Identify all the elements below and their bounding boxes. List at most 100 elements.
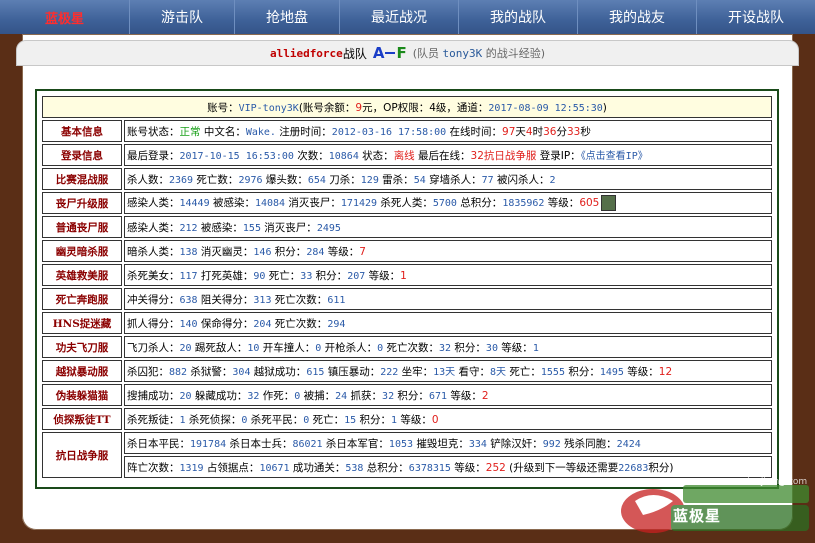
row-segment: 杀人数：: [127, 173, 169, 186]
account-close: ): [602, 101, 607, 114]
row-values: 暗杀人类：138 消灭幽灵：146 积分：284 等级：7: [124, 240, 772, 262]
row-segment: 313: [253, 294, 272, 306]
row-segment: 阵亡次数：: [127, 461, 180, 474]
level-avatar-icon: [601, 195, 617, 211]
row-segment: 54: [413, 174, 426, 186]
row-segment: 等级：: [365, 269, 401, 282]
row-segment: 1495: [599, 367, 624, 378]
row-segment: 等级：: [544, 197, 580, 209]
row-segment: 抓获：: [347, 389, 383, 402]
row-segment: 被闪杀人：: [493, 173, 550, 186]
nav-item-create-team[interactable]: 开设战队: [697, 0, 815, 34]
row-segment[interactable]: 《点击查看IP》: [581, 151, 648, 162]
row-segment: 2369: [169, 174, 194, 186]
row-segment: 2012-03-16 17:58:00: [331, 126, 447, 138]
row-segment: 冲关得分：: [127, 293, 180, 306]
member-name: tony3K: [442, 47, 483, 60]
row-segment: 1053: [388, 438, 414, 450]
watermark-text: 蓝极星: [673, 507, 722, 525]
row-segment: 积分：: [451, 341, 486, 354]
row-segment: 积分：: [312, 269, 348, 282]
row-segment: 离线: [393, 150, 415, 162]
row-segment: 1319: [179, 462, 204, 474]
row-label: 侦探叛徒TT: [42, 408, 122, 430]
row-segment: 2424: [616, 438, 641, 450]
row-segment: 残杀同胞：: [560, 437, 617, 450]
row-segment: 积分：: [564, 366, 600, 378]
row-segment: 605: [579, 197, 600, 209]
row-segment: 暗杀人类：: [127, 245, 180, 258]
stats-row: 比赛混战服 杀人数：2369 死亡数：2976 爆头数：654 刀杀：129 雷杀…: [42, 168, 772, 190]
stats-row: HNS捉迷藏 抓人得分：140 保命得分：204 死亡次数：294: [42, 312, 772, 334]
row-segment: 等级：: [623, 366, 659, 378]
row-segment: 等级：: [450, 461, 486, 474]
row-segment: 32: [439, 342, 452, 354]
row-segment: 992: [542, 438, 561, 450]
row-values: 感染人类：212 被感染：155 消灭丧尸：2495: [124, 216, 772, 238]
account-time: 2017-08-09 12:55:30: [488, 102, 603, 114]
row-segment: 被感染：: [209, 197, 255, 209]
row-segment: 秒: [580, 125, 591, 138]
row-segment: 铲除汉奸：: [486, 437, 543, 450]
row-segment: 死亡：: [506, 366, 541, 378]
row-segment: 分: [556, 125, 567, 138]
row-segment: 638: [179, 294, 198, 306]
row-segment: 杀死叛徒：: [127, 413, 180, 426]
row-segment: 最后在线：: [414, 150, 471, 162]
row-segment: 等级：: [324, 245, 360, 258]
row-segment: 作死：: [259, 389, 295, 402]
row-segment: 消灭丧尸：: [285, 197, 341, 209]
team-name[interactable]: alliedforce: [270, 47, 343, 60]
row-segment: 抗日战争服: [483, 150, 537, 162]
row-segment: 占领据点：: [203, 461, 260, 474]
row-segment: 1: [532, 342, 539, 354]
row-segment: 账号状态：: [127, 125, 180, 138]
row-segment: 2976: [238, 174, 263, 186]
row-values: 账号状态：正常 中文名：Wake. 注册时间：2012-03-16 17:58:…: [124, 120, 772, 142]
nav-item-my-comrades[interactable]: 我的战友: [578, 0, 697, 34]
row-segment: 踢死敌人：: [191, 341, 248, 354]
row-segment: 36: [543, 125, 557, 138]
nav-item-recent-battles[interactable]: 最近战况: [340, 0, 459, 34]
row-segment: 死亡：: [309, 413, 345, 426]
stats-panel: 账号：VIP-tony3K(账号余额：9元，OP权限：4级，通道：2017-08…: [35, 89, 779, 489]
row-segment: 8天: [490, 367, 507, 378]
row-segment: 次数：: [293, 150, 329, 162]
row-segment: 死亡次数：: [271, 317, 328, 330]
row-segment: 2: [481, 389, 489, 402]
nav-item-my-team[interactable]: 我的战队: [459, 0, 578, 34]
row-segment: 越狱成功：: [250, 366, 307, 378]
row-segment: 坐牢：: [398, 366, 434, 378]
row-label: 抗日战争服: [42, 432, 122, 478]
row-label: 死亡奔跑服: [42, 288, 122, 310]
row-values: 搜捕成功：20 躲藏成功：32 作死：0 被捕：24 抓获：32 积分：671 …: [124, 384, 772, 406]
row-segment: 消灭丧尸：: [260, 221, 317, 234]
account-cell: 账号：VIP-tony3K(账号余额：9元，OP权限：4级，通道：2017-08…: [42, 96, 772, 118]
row-segment: 2017-10-15 16:53:00: [179, 151, 294, 162]
row-segment: 抓人得分：: [127, 317, 180, 330]
row-segment: 10671: [259, 462, 290, 474]
nav-item-guerrilla[interactable]: 游击队: [130, 0, 235, 34]
nav-item-territory[interactable]: 抢地盘: [235, 0, 340, 34]
row-segment: 穿墙杀人：: [425, 173, 482, 186]
account-row: 账号：VIP-tony3K(账号余额：9元，OP权限：4级，通道：2017-08…: [42, 96, 772, 118]
row-segment: 1555: [540, 367, 565, 378]
row-segment: Wake.: [245, 126, 276, 138]
row-segment: 等级：: [397, 413, 432, 426]
stats-row: 幽灵暗杀服 暗杀人类：138 消灭幽灵：146 积分：284 等级：7: [42, 240, 772, 262]
row-segment: 杀死侦探：: [185, 413, 242, 426]
account-label: 账号：: [207, 101, 239, 114]
row-segment: 5700: [432, 198, 457, 209]
row-label: 幽灵暗杀服: [42, 240, 122, 262]
row-values: 杀日本平民：191784 杀日本士兵：86021 杀日本军官：1053 摧毁坦克…: [124, 432, 772, 454]
top-navigation: 蓝极星 游击队 抢地盘 最近战况 我的战队 我的战友 开设战队: [0, 0, 815, 34]
nav-brand[interactable]: 蓝极星: [0, 0, 130, 34]
time-label: ，通道：: [446, 101, 489, 114]
row-segment: 20: [179, 390, 192, 402]
row-segment: 死亡数：: [193, 173, 239, 186]
stats-table: 账号：VIP-tony3K(账号余额：9元，OP权限：4级，通道：2017-08…: [40, 94, 774, 480]
row-segment: 死亡次数：: [383, 341, 440, 354]
subtitle-suffix: 的战斗经验): [485, 47, 546, 60]
balance-label: (账号余额：: [298, 101, 356, 114]
row-segment: 140: [179, 318, 198, 330]
